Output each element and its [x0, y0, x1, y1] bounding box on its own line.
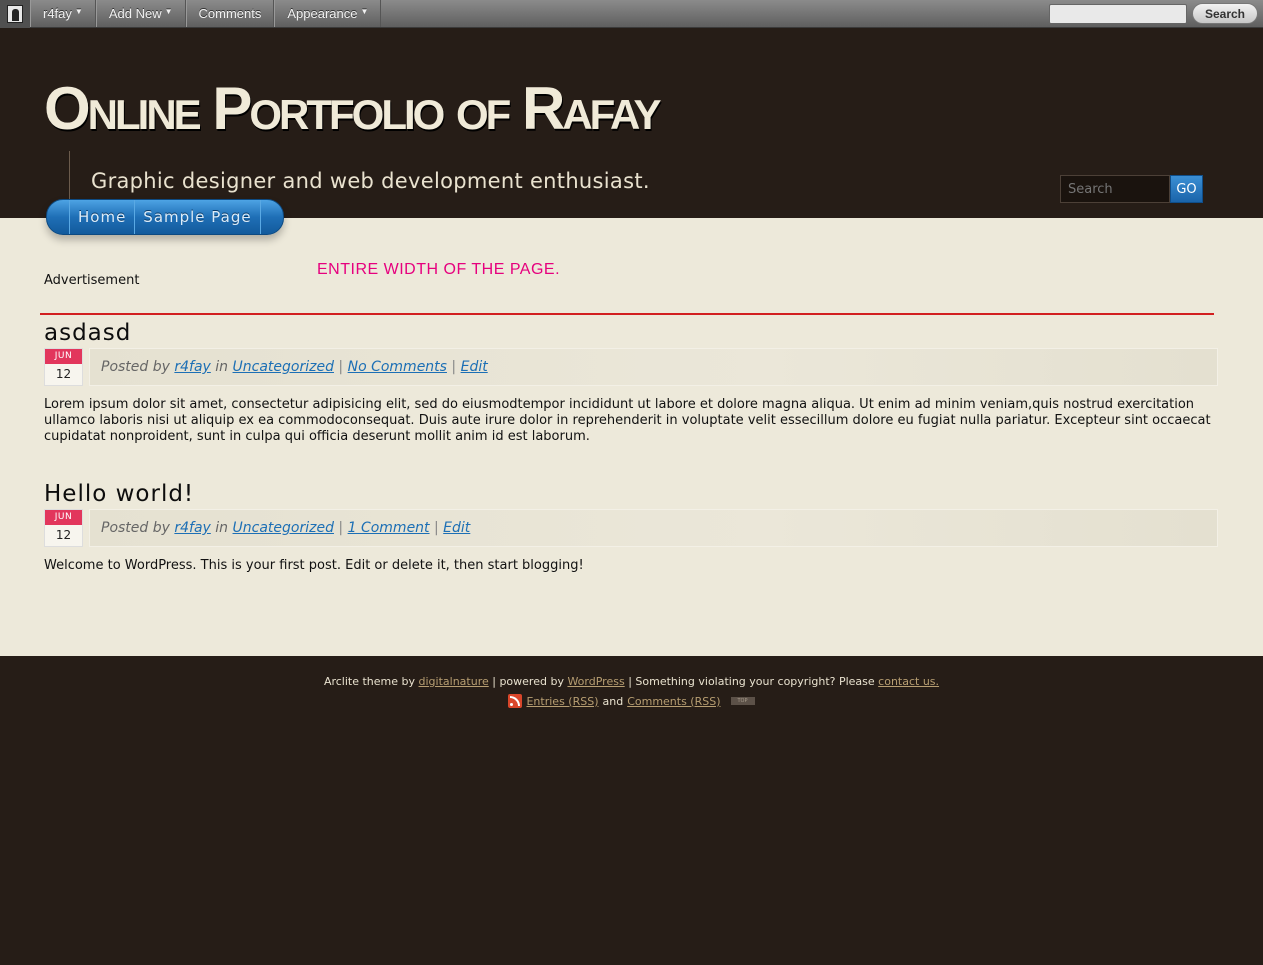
main-navigation: Home Sample Page	[46, 199, 284, 235]
post-date: JUN 12	[44, 509, 83, 547]
content-divider	[40, 313, 1214, 315]
header-search-go-button[interactable]: GO	[1170, 175, 1203, 203]
post-author-link[interactable]: r4fay	[174, 520, 210, 536]
site-header: Online Portfolio of Rafay Graphic design…	[0, 29, 1263, 218]
post: asdasd JUN 12 Posted by r4fay in Uncateg…	[44, 319, 1218, 445]
post-date-month: JUN	[45, 349, 82, 364]
admin-user-menu[interactable]: r4fay ▼	[30, 0, 96, 27]
nav-item-home[interactable]: Home	[70, 200, 134, 234]
ad-banner-text: ENTIRE WIDTH OF THE PAGE.	[317, 261, 561, 278]
comments-rss-link[interactable]: Comments (RSS)	[627, 695, 720, 708]
admin-comments-link[interactable]: Comments	[185, 0, 275, 27]
post-comments-link[interactable]: 1 Comment	[348, 520, 430, 536]
post: Hello world! JUN 12 Posted by r4fay in U…	[44, 480, 1218, 574]
entries-rss-link[interactable]: Entries (RSS)	[526, 695, 598, 708]
meta-separator: |	[434, 520, 439, 536]
copyright-text: | Something violating your copyright? Pl…	[628, 675, 875, 688]
admin-search: Search	[1049, 3, 1258, 24]
nav-divider	[259, 200, 261, 234]
post-meta: Posted by r4fay in Uncategorized | No Co…	[89, 348, 1218, 386]
main-content: Advertisement ENTIRE WIDTH OF THE PAGE. …	[0, 218, 1263, 656]
wordpress-link[interactable]: WordPress	[567, 675, 624, 688]
meta-separator: |	[338, 359, 344, 375]
theme-author-link[interactable]: digitalnature	[419, 675, 489, 688]
in-text: in	[215, 359, 229, 375]
admin-appearance-menu[interactable]: Appearance ▼	[274, 0, 382, 27]
theme-text: Arclite theme by	[323, 675, 416, 688]
post-body: Lorem ipsum dolor sit amet, consectetur …	[44, 397, 1211, 444]
back-to-top-button[interactable]: TOP	[730, 697, 755, 705]
post-date-day: 12	[55, 528, 72, 542]
header-search: GO	[1060, 175, 1203, 203]
post-title[interactable]: asdasd	[44, 319, 1218, 347]
post-date: JUN 12	[44, 348, 83, 386]
site-tagline: Graphic designer and web development ent…	[91, 169, 650, 193]
admin-search-button[interactable]: Search	[1192, 3, 1258, 24]
posted-by-text: Posted by	[101, 520, 170, 536]
post-edit-link[interactable]: Edit	[461, 359, 488, 375]
admin-bar: r4fay ▼ Add New ▼ Comments Appearance ▼ …	[0, 0, 1263, 28]
advertisement-label: Advertisement	[44, 273, 140, 288]
post-category-link[interactable]: Uncategorized	[233, 520, 334, 536]
and-text: and	[602, 694, 624, 708]
contact-link[interactable]: contact us.	[878, 675, 939, 688]
caret-down-icon: ▼	[74, 7, 83, 16]
admin-appearance-label: Appearance	[287, 6, 358, 21]
caret-down-icon: ▼	[360, 7, 369, 16]
post-meta: Posted by r4fay in Uncategorized | 1 Com…	[89, 509, 1218, 547]
post-author-link[interactable]: r4fay	[174, 359, 210, 375]
post-category-link[interactable]: Uncategorized	[233, 359, 334, 375]
powered-text: | powered by	[492, 675, 564, 688]
footer-feeds: Entries (RSS) and Comments (RSS) TOP	[0, 694, 1263, 708]
in-text: in	[215, 520, 229, 536]
caret-down-icon: ▼	[164, 7, 173, 16]
nav-item-sample-page[interactable]: Sample Page	[135, 200, 259, 234]
posted-by-text: Posted by	[101, 359, 170, 375]
post-meta-row: JUN 12 Posted by r4fay in Uncategorized …	[44, 348, 1218, 388]
post-edit-link[interactable]: Edit	[443, 520, 470, 536]
header-search-input[interactable]	[1060, 175, 1170, 203]
user-avatar-icon	[7, 5, 23, 23]
site-title[interactable]: Online Portfolio of Rafay	[44, 74, 661, 143]
admin-add-new-label: Add New	[108, 6, 162, 21]
admin-add-new-menu[interactable]: Add New ▼	[95, 0, 186, 27]
tagline-divider	[69, 151, 70, 201]
admin-comments-label: Comments	[198, 6, 262, 21]
admin-search-input[interactable]	[1049, 3, 1187, 24]
rss-feed-icon	[508, 694, 523, 708]
post-date-day: 12	[55, 367, 72, 381]
meta-separator: |	[451, 359, 457, 375]
footer-credits: Arclite theme by digitalnature | powered…	[0, 675, 1263, 688]
post-meta-row: JUN 12 Posted by r4fay in Uncategorized …	[44, 509, 1218, 549]
post-title[interactable]: Hello world!	[44, 480, 1218, 508]
post-comments-link[interactable]: No Comments	[348, 359, 447, 375]
meta-separator: |	[338, 520, 344, 536]
post-date-month: JUN	[45, 510, 82, 525]
admin-user-menu-label: r4fay	[43, 6, 72, 21]
admin-avatar-icon[interactable]	[0, 0, 30, 28]
site-footer: Arclite theme by digitalnature | powered…	[0, 656, 1263, 965]
post-body: Welcome to WordPress. This is your first…	[44, 558, 584, 573]
